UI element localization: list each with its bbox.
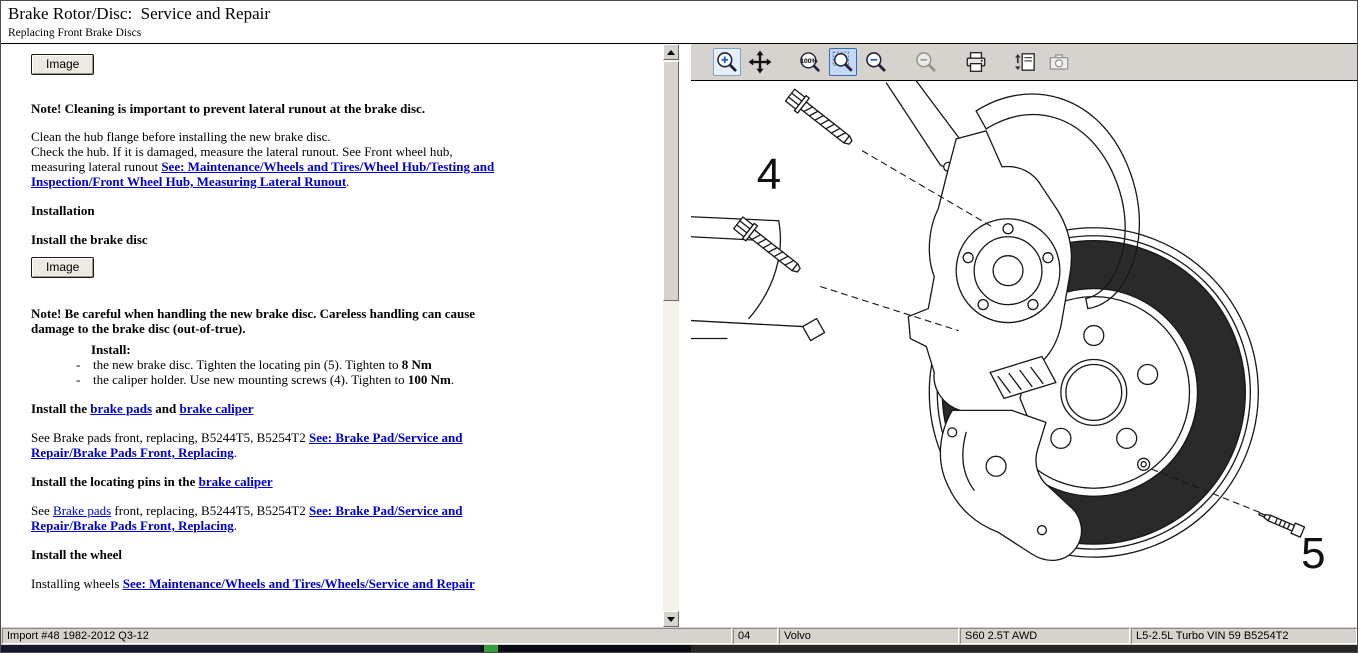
brake-caliper-link[interactable]: brake caliper [179,401,253,416]
installing-wheels-pre: Installing wheels [31,576,123,591]
print-button[interactable] [962,48,990,76]
header: Brake Rotor/Disc: Service and Repair Rep… [1,1,1357,43]
scroll-up-icon [667,50,675,55]
installing-wheels-link[interactable]: See: Maintenance/Wheels and Tires/Wheels… [123,576,475,591]
brake-pads-link[interactable]: Brake pads [53,503,111,518]
document-content: Image Note! Cleaning is important to pre… [1,44,661,627]
step1-torque: 8 Nm [402,357,432,372]
image-toolbar: 100% [691,44,1357,81]
image-button-middle[interactable]: Image [31,257,94,278]
brake-assembly-diagram: 4 5 [691,81,1357,627]
callout-4: 4 [757,150,781,199]
list-item: - the caliper holder. Use new mounting s… [76,372,661,387]
app-window: Brake Rotor/Disc: Service and Repair Rep… [0,0,1358,653]
bullet-text: the new brake disc. Tighten the locating… [93,357,432,372]
note-careful: Note! Be careful when handling the new b… [31,306,501,336]
zoom-100-button[interactable]: 100% [796,48,824,76]
pan-icon [748,50,772,74]
note-cleaning: Note! Cleaning is important to prevent l… [31,101,501,116]
bullet-text: the caliper holder. Use new mounting scr… [93,372,454,387]
zoom-fit-button[interactable] [829,48,857,76]
scroll-up-button[interactable] [663,44,679,60]
status-cell-engine: L5-2.5L Turbo VIN 59 B5254T2 [1131,628,1357,644]
see-pads-paragraph-2: See Brake pads front, replacing, B5244T5… [31,503,501,533]
install-disc-heading: Install the brake disc [31,232,501,247]
status-cell-make: Volvo [779,628,959,644]
install-wheel-heading: Install the wheel [31,547,501,562]
list-item: - the new brake disc. Tighten the locati… [76,357,661,372]
image-button-top[interactable]: Image [31,54,94,75]
diagram-canvas[interactable]: 4 5 [691,81,1357,627]
install-pads-pre: Install the [31,401,90,416]
page-subtitle: Replacing Front Brake Discs [8,27,1350,39]
hub-check-paragraph: Clean the hub flange before installing t… [31,129,501,189]
install-pads-heading: Install the brake pads and brake caliper [31,401,501,416]
svg-text:100%: 100% [800,58,817,65]
sentence-period: . [346,174,349,189]
brake-pads-link[interactable]: brake pads [90,401,152,416]
see-prefix: See [31,503,53,518]
see-pads-text: See Brake pads front, replacing, B5244T5… [31,430,309,445]
sentence-period: . [451,372,454,387]
status-cell-code: 04 [733,628,778,644]
bullet-dash: - [76,357,93,372]
status-cell-import: Import #48 1982-2012 Q3-12 [2,628,732,644]
scroll-down-icon [667,617,675,622]
zoom-100-icon: 100% [798,50,822,74]
step1-text: the new brake disc. Tighten the locating… [93,357,402,372]
install-pins-pre: Install the locating pins in the [31,474,199,489]
see-pads-paragraph-1: See Brake pads front, replacing, B5244T5… [31,430,501,460]
clean-hub-text: Clean the hub flange before installing t… [31,129,501,144]
installing-wheels-paragraph: Installing wheels See: Maintenance/Wheel… [31,576,501,591]
image-export-icon [1014,50,1038,74]
zoom-out-button[interactable] [862,48,890,76]
page-title: Brake Rotor/Disc: Service and Repair [8,4,1350,24]
panel-splitter[interactable] [681,44,691,627]
vertical-scrollbar[interactable] [663,44,679,627]
sentence-period: . [234,518,237,533]
sentence-period: . [234,445,237,460]
brake-caliper-link[interactable]: brake caliper [199,474,273,489]
install-pads-and: and [152,401,179,416]
install-label: Install: [91,342,661,357]
taskbar-strip [1,645,1357,652]
callout-5: 5 [1301,529,1325,578]
status-cell-model: S60 2.5T AWD [960,628,1130,644]
taskbar-segment [1,645,481,652]
zoom-in-button[interactable] [713,48,741,76]
zoom-in-icon [715,50,739,74]
image-export-button[interactable] [1012,48,1040,76]
zoom-out-disabled-button [912,48,940,76]
document-panel: Image Note! Cleaning is important to pre… [1,44,681,627]
scroll-thumb[interactable] [663,61,679,301]
zoom-out-disabled-icon [914,50,938,74]
image-panel: 100% [691,44,1357,627]
image-capture-icon [1047,50,1071,74]
main-area: Image Note! Cleaning is important to pre… [1,43,1357,627]
install-steps-list: - the new brake disc. Tighten the locati… [76,357,661,387]
scroll-down-button[interactable] [663,611,679,627]
pan-button[interactable] [746,48,774,76]
zoom-out-icon [864,50,888,74]
install-pins-heading: Install the locating pins in the brake c… [31,474,501,489]
step2-torque: 100 Nm [408,372,451,387]
installation-heading: Installation [31,203,501,218]
taskbar-accent [484,645,498,652]
zoom-fit-icon [831,50,855,74]
print-icon [964,50,988,74]
status-bar: Import #48 1982-2012 Q3-12 04 Volvo S60 … [1,627,1357,645]
bullet-dash: - [76,372,93,387]
see-pads-mid: front, replacing, B5244T5, B5254T2 [111,503,309,518]
step2-text: the caliper holder. Use new mounting scr… [93,372,408,387]
image-capture-button [1045,48,1073,76]
taskbar-segment [691,645,1357,652]
